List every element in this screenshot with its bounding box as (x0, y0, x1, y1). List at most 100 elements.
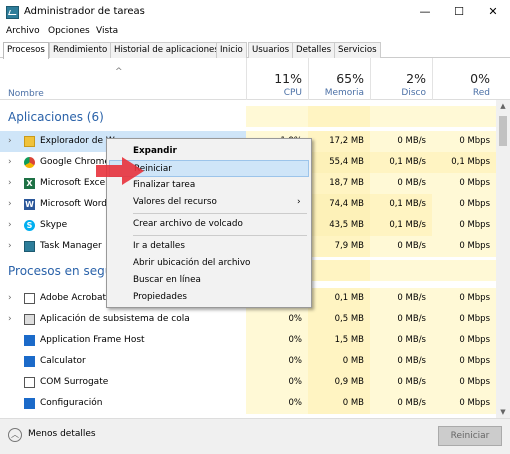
tab-usuarios[interactable]: Usuarios (248, 42, 294, 58)
menu-item-valores-recurso[interactable]: Valores del recurso (109, 194, 309, 211)
memory-cell: 0,1 MB (308, 288, 370, 309)
menu-opciones[interactable]: Opciones (48, 26, 90, 36)
memory-cell: 7,9 MB (308, 236, 370, 257)
tab-historial[interactable]: Historial de aplicaciones (110, 42, 223, 58)
menu-item-crear-volcado[interactable]: Crear archivo de volcado (109, 216, 309, 233)
expand-chevron-icon[interactable]: › (8, 152, 12, 173)
chrome-icon (24, 157, 35, 168)
process-name: Skype (40, 220, 68, 230)
cpu-column-header[interactable]: 11% CPU (246, 58, 308, 100)
app-window-icon (24, 335, 35, 346)
menu-item-propiedades[interactable]: Propiedades (109, 289, 309, 306)
process-name: Explorador de W (40, 136, 115, 146)
tab-servicios[interactable]: Servicios (334, 42, 381, 58)
network-cell: 0 Mbps (432, 215, 496, 236)
process-name: Configuración (40, 398, 103, 408)
network-cell: 0 Mbps (432, 393, 496, 414)
disk-total: 2% (406, 71, 426, 86)
menu-item-ir-detalles[interactable]: Ir a detalles (109, 238, 309, 255)
disk-cell: 0 MB/s (370, 236, 432, 257)
process-name: Microsoft Word (40, 199, 107, 209)
footer: ︿ Menos detalles Reiniciar (0, 418, 510, 454)
restart-button[interactable]: Reiniciar (438, 426, 502, 446)
menu-vista[interactable]: Vista (96, 26, 118, 36)
skype-icon: S (24, 220, 35, 231)
folder-icon (24, 136, 35, 147)
memory-cell: 18,7 MB (308, 173, 370, 194)
title-bar: Administrador de tareas — ☐ ✕ (0, 0, 510, 26)
red-pointer-arrow-icon (96, 157, 144, 185)
tab-detalles[interactable]: Detalles (292, 42, 336, 58)
table-row[interactable]: Configuración 0% 0 MB 0 MB/s 0 Mbps (0, 393, 496, 414)
expand-chevron-icon[interactable]: › (8, 131, 12, 152)
expand-chevron-icon[interactable]: › (8, 309, 12, 330)
section-background-label: Procesos en segu (8, 264, 113, 278)
tab-inicio[interactable]: Inicio (216, 42, 247, 58)
process-name: Task Manager (40, 241, 102, 251)
section-cell (432, 106, 496, 127)
less-details-link[interactable]: Menos detalles (28, 429, 96, 439)
name-column-header[interactable]: Nombre (8, 89, 44, 99)
memory-cell: 43,5 MB (308, 215, 370, 236)
table-row[interactable]: COM Surrogate 0% 0,9 MB 0 MB/s 0 Mbps (0, 372, 496, 393)
scroll-down-icon[interactable]: ▼ (496, 406, 510, 418)
sort-arrow-icon: ^ (115, 67, 123, 77)
network-total: 0% (470, 71, 490, 86)
menu-item-buscar-linea[interactable]: Buscar en línea (109, 272, 309, 289)
section-cell (370, 260, 432, 281)
section-cell (246, 106, 308, 127)
table-row[interactable]: › Aplicación de subsistema de cola 0% 0,… (0, 309, 496, 330)
disk-cell: 0,1 MB/s (370, 152, 432, 173)
scrollbar-thumb[interactable] (499, 116, 507, 146)
excel-icon: X (24, 178, 35, 189)
cpu-label: CPU (283, 88, 302, 98)
network-column-header[interactable]: 0% Red (432, 58, 496, 100)
expand-chevron-icon[interactable]: › (8, 194, 12, 215)
close-button[interactable]: ✕ (476, 0, 510, 24)
chevron-up-icon[interactable]: ︿ (8, 428, 22, 442)
memory-total: 65% (336, 71, 364, 86)
tab-rendimiento[interactable]: Rendimiento (49, 42, 112, 58)
disk-label: Disco (401, 88, 426, 98)
word-icon: W (24, 199, 35, 210)
memory-cell: 55,4 MB (308, 152, 370, 173)
network-cell: 0 Mbps (432, 372, 496, 393)
table-row[interactable]: Calculator 0% 0 MB 0 MB/s 0 Mbps (0, 351, 496, 372)
minimize-button[interactable]: — (408, 0, 442, 24)
network-cell: 0,1 Mbps (432, 152, 496, 173)
network-cell: 0 Mbps (432, 309, 496, 330)
expand-chevron-icon[interactable]: › (8, 215, 12, 236)
network-cell: 0 Mbps (432, 131, 496, 152)
memory-cell: 74,4 MB (308, 194, 370, 215)
memory-cell: 0,9 MB (308, 372, 370, 393)
network-cell: 0 Mbps (432, 330, 496, 351)
memory-column-header[interactable]: 65% Memoria (308, 58, 370, 100)
cpu-total: 11% (274, 71, 302, 86)
maximize-button[interactable]: ☐ (442, 0, 476, 24)
disk-cell: 0 MB/s (370, 131, 432, 152)
memory-cell: 0 MB (308, 351, 370, 372)
section-apps: Aplicaciones (6) (0, 106, 496, 127)
app-window-icon (24, 293, 35, 304)
menu-item-abrir-ubicacion[interactable]: Abrir ubicación del archivo (109, 255, 309, 272)
expand-chevron-icon[interactable]: › (8, 173, 12, 194)
table-row[interactable]: Application Frame Host 0% 1,5 MB 0 MB/s … (0, 330, 496, 351)
disk-cell: 0 MB/s (370, 309, 432, 330)
network-cell: 0 Mbps (432, 173, 496, 194)
network-cell: 0 Mbps (432, 351, 496, 372)
scroll-up-icon[interactable]: ▲ (496, 100, 510, 112)
cpu-cell: 0% (246, 309, 308, 330)
expand-chevron-icon[interactable]: › (8, 288, 12, 309)
app-window-icon (24, 377, 35, 388)
menu-separator (133, 235, 307, 236)
menu-archivo[interactable]: Archivo (6, 26, 40, 36)
memory-label: Memoria (324, 88, 364, 98)
process-name: COM Surrogate (40, 377, 109, 387)
tab-procesos[interactable]: Procesos (3, 42, 49, 59)
expand-chevron-icon[interactable]: › (8, 236, 12, 257)
disk-cell: 0 MB/s (370, 173, 432, 194)
vertical-scrollbar[interactable] (496, 100, 510, 418)
network-cell: 0 Mbps (432, 288, 496, 309)
settings-icon (24, 398, 35, 409)
disk-column-header[interactable]: 2% Disco (370, 58, 432, 100)
